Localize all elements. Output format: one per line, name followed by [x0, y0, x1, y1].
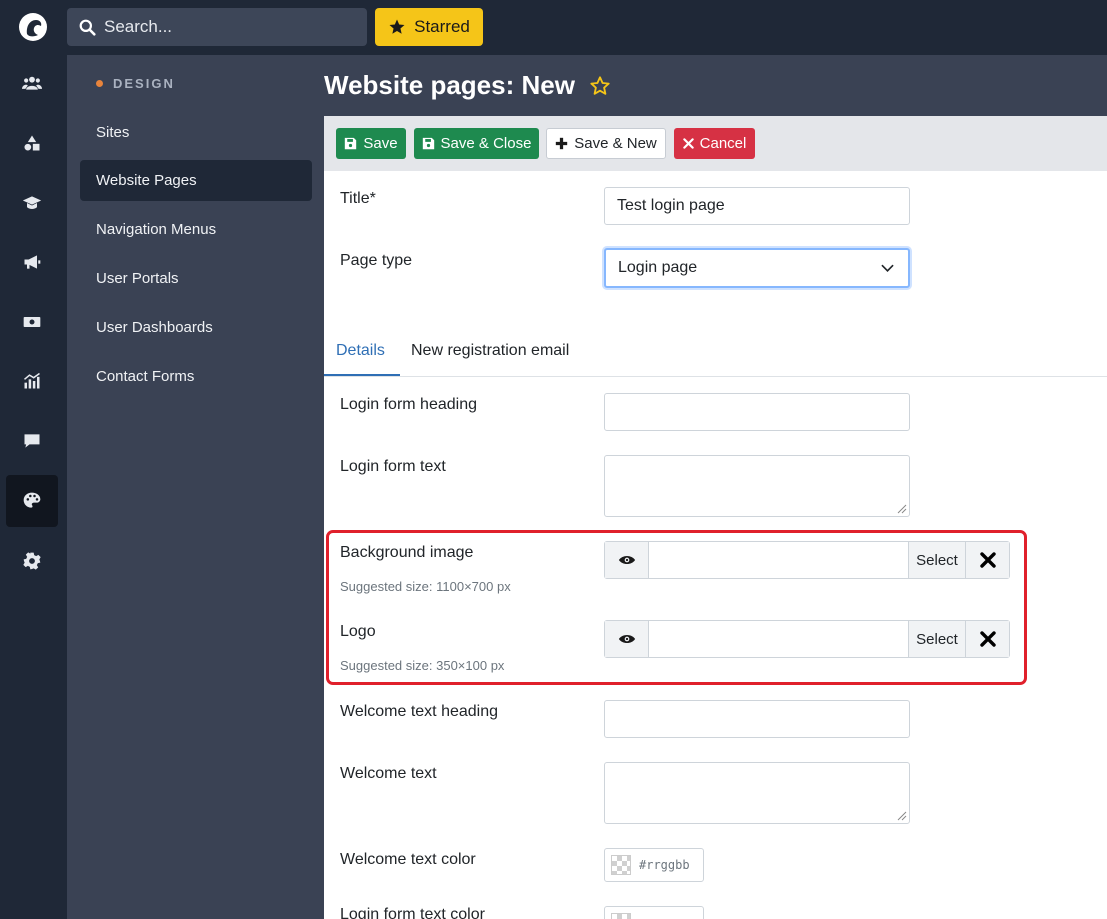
- sidebar-item-label: User Portals: [96, 270, 179, 287]
- close-icon: [682, 138, 694, 149]
- sidebar-item-sites[interactable]: Sites: [80, 112, 312, 153]
- title-label: Title*: [340, 190, 376, 207]
- sidebar-item-user-portals[interactable]: User Portals: [80, 258, 312, 299]
- login-form-text-textarea[interactable]: [604, 455, 910, 517]
- sidebar-item-label: Website Pages: [96, 172, 197, 189]
- resize-grip-icon[interactable]: [897, 504, 907, 514]
- page-title: Website pages: New: [324, 70, 611, 101]
- sidebar: DESIGN Sites Website Pages Navigation Me…: [67, 55, 324, 919]
- save-close-button[interactable]: Save & Close: [414, 128, 539, 159]
- sidebar-section-title: DESIGN: [96, 76, 175, 91]
- gear-icon[interactable]: [6, 535, 58, 587]
- color-swatch[interactable]: [611, 913, 631, 919]
- tab-details[interactable]: Details: [336, 342, 385, 360]
- top-bar: Search... Starred: [0, 0, 1107, 55]
- sidebar-item-navigation-menus[interactable]: Navigation Menus: [80, 209, 312, 250]
- title-value: Test login page: [617, 197, 725, 214]
- sidebar-item-label: Navigation Menus: [96, 221, 217, 238]
- plus-icon: [556, 137, 568, 150]
- resize-grip-icon[interactable]: [897, 811, 907, 821]
- tabs-divider: [324, 376, 1107, 377]
- save-label: Save: [363, 135, 398, 152]
- comment-icon[interactable]: [6, 415, 58, 467]
- graduation-cap-icon[interactable]: [6, 177, 58, 229]
- sidebar-item-label: User Dashboards: [96, 319, 213, 336]
- sidebar-item-label: Contact Forms: [96, 368, 195, 385]
- welcome-text-color-input[interactable]: #rrggbb: [604, 848, 704, 882]
- starred-label: Starred: [414, 17, 470, 36]
- active-tab-indicator: [324, 374, 400, 376]
- toolbar: Save Save & Close Save & New Cancel: [324, 116, 1107, 171]
- save-button[interactable]: Save: [336, 128, 406, 159]
- app-logo-icon[interactable]: [18, 12, 48, 42]
- palette-icon[interactable]: [6, 475, 58, 527]
- money-icon[interactable]: [6, 296, 58, 348]
- welcome-text-color-label: Welcome text color: [340, 851, 476, 868]
- welcome-text-heading-label: Welcome text heading: [340, 703, 499, 720]
- sidebar-section-label: DESIGN: [113, 76, 175, 91]
- users-icon[interactable]: [6, 57, 58, 109]
- starred-button[interactable]: Starred: [375, 8, 483, 46]
- cancel-button[interactable]: Cancel: [674, 128, 755, 159]
- login-form-heading-label: Login form heading: [340, 396, 477, 413]
- floppy-icon: [345, 137, 357, 150]
- chart-icon[interactable]: [6, 355, 58, 407]
- welcome-text-textarea[interactable]: [604, 762, 910, 824]
- login-form-text-label: Login form text: [340, 458, 446, 475]
- shapes-icon[interactable]: [6, 117, 58, 169]
- save-new-label: Save & New: [574, 135, 657, 152]
- highlight-box: [326, 530, 1027, 685]
- search-placeholder: Search...: [104, 17, 173, 36]
- welcome-text-label: Welcome text: [340, 765, 437, 782]
- login-form-text-color-label: Login form text color: [340, 906, 485, 919]
- sidebar-item-user-dashboards[interactable]: User Dashboards: [80, 307, 312, 348]
- save-new-button[interactable]: Save & New: [546, 128, 666, 159]
- tab-new-registration-email[interactable]: New registration email: [411, 342, 569, 360]
- page-type-label: Page type: [340, 252, 413, 269]
- search-input[interactable]: Search...: [67, 8, 367, 46]
- page-type-value: Login page: [618, 259, 698, 276]
- login-form-heading-input[interactable]: [604, 393, 910, 431]
- chevron-down-icon: [881, 264, 894, 272]
- title-input[interactable]: Test login page: [604, 187, 910, 225]
- sidebar-item-contact-forms[interactable]: Contact Forms: [80, 356, 312, 397]
- sidebar-item-website-pages[interactable]: Website Pages: [80, 160, 312, 201]
- search-icon: [79, 19, 96, 36]
- sidebar-item-label: Sites: [96, 124, 130, 141]
- star-icon: [389, 19, 405, 34]
- icon-rail: [0, 55, 67, 919]
- star-outline-icon[interactable]: [589, 75, 611, 97]
- floppy-icon: [422, 137, 434, 150]
- megaphone-icon[interactable]: [6, 236, 58, 288]
- cancel-label: Cancel: [699, 135, 747, 152]
- save-close-label: Save & Close: [440, 135, 532, 152]
- color-swatch[interactable]: [611, 855, 631, 875]
- page-type-select[interactable]: Login page: [604, 248, 910, 288]
- page-title-text: Website pages: New: [324, 70, 575, 100]
- section-dot-icon: [96, 80, 103, 87]
- color-placeholder: #rrggbb: [639, 858, 690, 872]
- welcome-text-heading-input[interactable]: [604, 700, 910, 738]
- login-form-text-color-input[interactable]: [604, 906, 704, 919]
- form-panel: Save Save & Close Save & New Cancel Titl…: [324, 116, 1107, 919]
